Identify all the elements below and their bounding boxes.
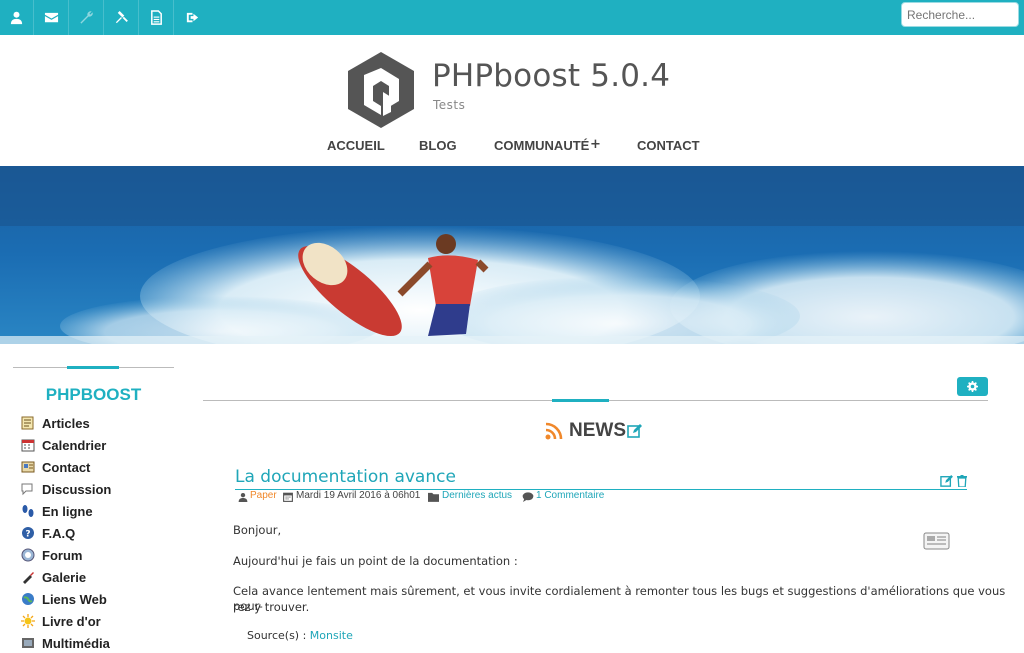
forum-icon (21, 548, 35, 562)
sidebar-item-label: Multimédia (42, 635, 110, 651)
source-label: Source(s) : (247, 629, 307, 642)
contact-icon (21, 461, 35, 473)
nav-accueil[interactable]: ACCUEIL (327, 138, 385, 153)
section-title: NEWS (569, 420, 626, 441)
nav-expand-icon[interactable]: + (590, 137, 601, 152)
calendar-icon (283, 492, 293, 502)
wrench-icon[interactable] (70, 0, 104, 35)
sidebar-item-label: Livre d'or (42, 613, 101, 629)
edit-icon[interactable] (627, 424, 642, 438)
site-subtitle: Tests (433, 98, 466, 112)
web-links-icon (22, 593, 34, 605)
comment-icon (522, 492, 534, 502)
user-icon[interactable] (0, 0, 34, 35)
logout-icon[interactable] (175, 0, 209, 35)
article-category[interactable]: Dernières actus (442, 490, 512, 501)
article-title[interactable]: La documentation avance (235, 467, 456, 487)
user-icon (238, 492, 248, 502)
folder-icon (428, 492, 439, 502)
article-icon (21, 416, 34, 430)
article-date: Mardi 19 Avril 2016 à 06h01 (296, 490, 421, 501)
calendar-icon (21, 439, 35, 452)
trash-icon[interactable] (957, 475, 967, 487)
sidebar-item-label: Discussion (42, 481, 112, 497)
online-icon (22, 505, 34, 517)
article-comments-link[interactable]: 1 Commentaire (536, 490, 604, 501)
sidebar-item-label: F.A.Q (42, 525, 76, 541)
article-paragraph: Cela avance lentement mais sûrement, et … (233, 584, 1006, 613)
rss-icon[interactable] (545, 422, 563, 440)
sidebar-item-label: Liens Web (42, 591, 107, 607)
nav-communaute[interactable]: COMMUNAUTÉ (494, 138, 589, 153)
article-paragraph: rez y trouver. (233, 600, 310, 614)
sidebar-item-label: Galerie (42, 569, 87, 585)
article-source: Source(s) : Monsite (247, 628, 353, 643)
gear-icon (967, 381, 978, 392)
site-logo[interactable] (347, 52, 415, 128)
content-divider-accent (552, 399, 609, 402)
header-banner-image (0, 166, 1024, 344)
edit-icon[interactable] (940, 475, 953, 487)
sidebar-item-galerie[interactable]: Galerie (21, 567, 86, 587)
discussion-icon (21, 483, 33, 496)
article-author[interactable]: Paper (250, 490, 277, 501)
multimedia-icon (22, 638, 34, 648)
guestbook-icon (21, 614, 35, 628)
sidebar-item-articles[interactable]: Articles (21, 413, 90, 433)
svg-text:?: ? (25, 530, 30, 540)
faq-icon: ? (22, 527, 34, 540)
sidebar-item-label: Forum (42, 547, 83, 563)
article-paragraph: Aujourd'hui je fais un point de la docum… (233, 554, 518, 568)
sidebar-item-label: Articles (42, 415, 90, 431)
nav-blog[interactable]: BLOG (419, 138, 457, 153)
search-input[interactable] (901, 2, 1019, 27)
sidebar-item-label: En ligne (42, 503, 93, 519)
gallery-icon (23, 572, 34, 584)
envelope-icon[interactable] (35, 0, 69, 35)
sidebar-item-label: Contact (42, 459, 91, 475)
sidebar-divider-accent (67, 366, 119, 369)
nav-contact[interactable]: CONTACT (637, 138, 700, 153)
document-icon[interactable] (140, 0, 174, 35)
sidebar-item-calendrier[interactable]: Calendrier (21, 435, 106, 455)
sidebar-item-contact[interactable]: Contact (21, 457, 90, 477)
gavel-icon[interactable] (105, 0, 139, 35)
sidebar-item-discussion[interactable]: Discussion (21, 479, 111, 499)
sidebar-item-en-ligne[interactable]: En ligne (21, 501, 93, 521)
sidebar-item-livre-dor[interactable]: Livre d'or (21, 611, 101, 631)
sidebar-item-forum[interactable]: Forum (21, 545, 82, 565)
sidebar-item-label: Calendrier (42, 437, 107, 453)
news-thumbnail-icon (923, 532, 950, 550)
sidebar-item-liens-web[interactable]: Liens Web (21, 589, 107, 609)
sidebar-title: PHPBOOST (45, 385, 142, 404)
sidebar-item-multimedia[interactable]: Multimédia (21, 633, 110, 653)
module-settings-button[interactable] (957, 377, 988, 396)
top-toolbar (0, 0, 1024, 35)
article-paragraph: Bonjour, (233, 523, 282, 537)
sidebar-item-faq[interactable]: ? F.A.Q (21, 523, 75, 543)
source-link[interactable]: Monsite (310, 629, 353, 642)
site-title: PHPboost 5.0.4 (432, 58, 671, 94)
